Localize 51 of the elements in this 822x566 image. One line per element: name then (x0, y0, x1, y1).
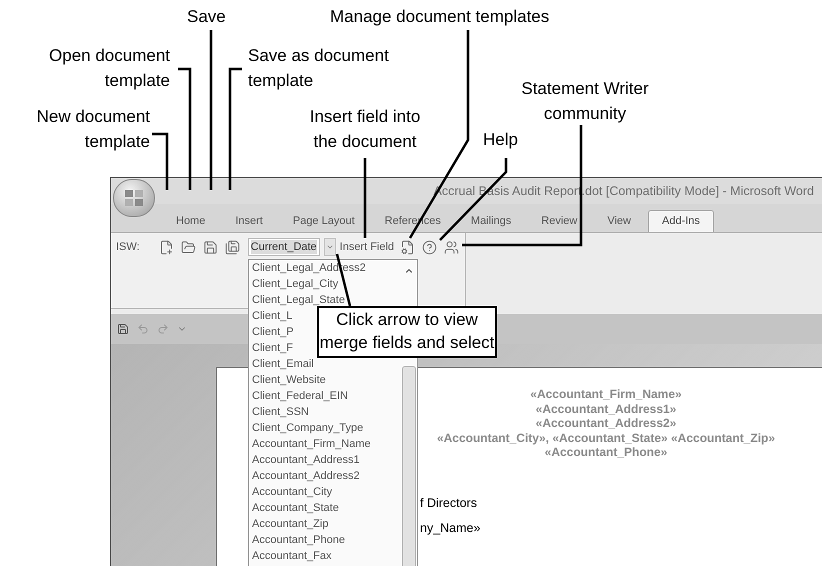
ribbon-tab[interactable]: Home (163, 210, 218, 232)
field-list-item[interactable]: Client_Email (249, 356, 314, 372)
document-text: ny_Name» (420, 520, 482, 536)
callout-label: Manage document templates (330, 6, 550, 28)
merge-field-line: «Accountant_City», «Accountant_State» «Accountant_Zip» (436, 430, 776, 445)
field-list-item[interactable]: Accountant_Address1 (249, 452, 360, 468)
ribbon-tab[interactable]: Mailings (458, 210, 524, 232)
ribbon-tab[interactable]: Add-Ins (648, 210, 714, 232)
field-list-item[interactable]: Client_F (249, 340, 293, 356)
field-list-item[interactable]: Client_Company_Type (249, 420, 364, 436)
field-list-item[interactable]: Client_L (249, 308, 292, 324)
combo-value: Current_Date (250, 240, 317, 254)
field-list-item[interactable]: Accountant_State (249, 500, 339, 516)
field-list-item[interactable]: Client_Website (249, 372, 326, 388)
caret-icon (326, 243, 334, 251)
merge-field-line: «Accountant_Phone» (544, 445, 668, 460)
callout-label: Help (483, 129, 518, 151)
field-list-item[interactable]: Client_Legal_City (249, 276, 338, 292)
save-as-icon[interactable] (224, 238, 242, 256)
merge-field-line: «Accountant_Firm_Name» (530, 387, 682, 402)
instruction-callout: Click arrow to view merge fields and select (317, 306, 497, 358)
document-text: f Directors (420, 496, 478, 510)
merge-field-line: «Accountant_Address2» (536, 416, 676, 430)
group-label: ISW: (116, 240, 140, 255)
callout-label: New document template (36, 106, 150, 153)
field-list-item[interactable]: Accountant_Zip (249, 516, 328, 532)
save-icon[interactable] (117, 323, 129, 335)
help-icon[interactable] (420, 238, 438, 256)
field-list-item[interactable]: Accountant_Address2 (249, 468, 360, 484)
callout-label: Open document template (48, 45, 170, 92)
callout-label: Statement Writer community (520, 78, 650, 125)
field-list-item[interactable]: Accountant_City (249, 484, 332, 500)
callout-label: Save (187, 6, 226, 28)
insert-field-button[interactable]: Insert Field (340, 238, 394, 256)
ribbon-tab[interactable]: Page Layout (280, 210, 368, 232)
field-list-item[interactable]: Accountant_Firm_Name (249, 436, 371, 452)
office-logo-icon (124, 189, 144, 207)
field-list-item[interactable]: Client_Legal_State (249, 292, 345, 308)
field-list-item[interactable]: Client_SSN (249, 404, 309, 420)
ribbon-tab[interactable]: View (594, 210, 644, 232)
ribbon-tab[interactable]: Insert (222, 210, 276, 232)
field-list-item[interactable]: Client_P (249, 324, 294, 340)
leader-line (152, 132, 168, 190)
callout-label: Insert field into the document (308, 106, 422, 153)
field-combo[interactable]: Current_Date (248, 238, 320, 256)
field-list-item[interactable]: Client_Federal_EIN (249, 388, 348, 404)
callout-label: Save as document template (248, 45, 389, 92)
field-list-item[interactable]: Accountant_Fax (249, 548, 332, 564)
ribbon-tab[interactable]: Review (528, 210, 590, 232)
merge-field-line: «Accountant_Address1» (536, 402, 676, 416)
field-list-item[interactable]: Accountant_Phone (249, 532, 345, 548)
